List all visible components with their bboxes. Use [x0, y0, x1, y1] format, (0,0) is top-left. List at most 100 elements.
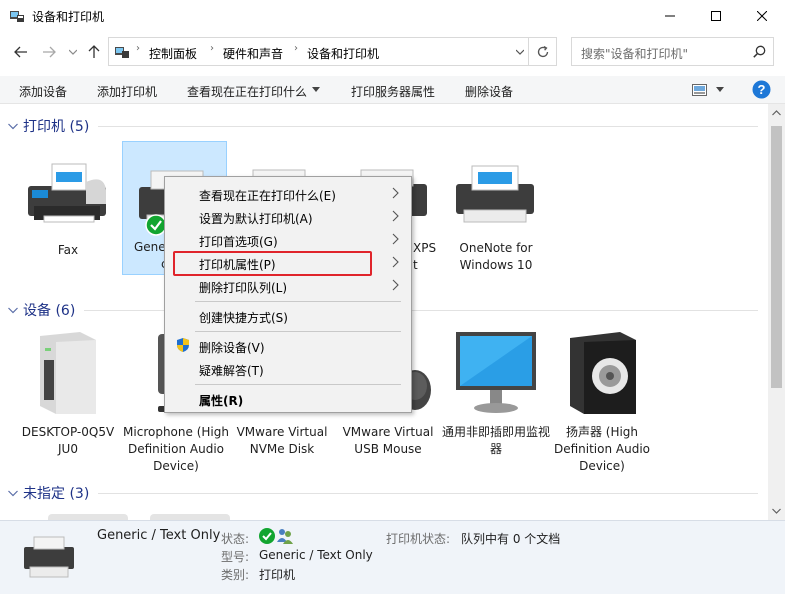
shared-users-icon	[277, 529, 293, 544]
forward-arrow-icon	[43, 46, 56, 58]
breadcrumb-separator-icon: ›	[136, 43, 140, 54]
group-header-unspecified[interactable]: 未指定 (3)	[8, 483, 89, 503]
see-whats-printing-button[interactable]: 查看现在正在打印什么	[187, 83, 307, 100]
device-speakers[interactable]: 扬声器 (High Definition Audio Device)	[548, 330, 656, 473]
submenu-arrow-icon	[392, 187, 399, 199]
refresh-button[interactable]	[529, 37, 557, 66]
fax-icon	[28, 163, 106, 223]
group-divider	[98, 126, 758, 127]
dropdown-arrow-icon[interactable]	[716, 87, 724, 92]
group-label: 设备 (6)	[23, 303, 76, 319]
details-device-name: Generic / Text Only	[97, 528, 221, 543]
device-onenote-for-windows-10[interactable]: OneNote for Windows 10	[442, 160, 550, 280]
command-bar: 添加设备 添加打印机 查看现在正在打印什么 打印服务器属性 删除设备 ?	[0, 76, 785, 104]
print-server-properties-button[interactable]: 打印服务器属性	[351, 83, 435, 100]
scrollbar-thumb[interactable]	[771, 126, 782, 388]
default-check-icon	[259, 528, 275, 544]
breadcrumb-control-panel[interactable]: 控制面板	[149, 45, 197, 62]
context-menu: 查看现在正在打印什么(E) 设置为默认打印机(A) 打印首选项(G) 打印机属性…	[164, 176, 412, 413]
minimize-icon	[665, 15, 675, 17]
group-label: 打印机 (5)	[23, 119, 90, 135]
search-placeholder: 搜索"设备和打印机"	[581, 47, 689, 61]
monitor-icon	[456, 332, 536, 413]
close-button[interactable]	[739, 0, 785, 32]
device-label: XPS	[413, 241, 437, 255]
menu-separator	[195, 331, 401, 332]
model-label: 型号:	[221, 550, 250, 564]
device-label: VMware Virtual NVMe Disk	[236, 425, 328, 456]
menu-item-properties[interactable]: 属性(R)	[199, 392, 243, 409]
category-label: 类别:	[221, 568, 250, 582]
device-desktop[interactable]: DESKTOP-0Q5V JU0	[14, 330, 122, 460]
device-generic-pnp-monitor[interactable]: 通用非即插即用监视器	[442, 330, 550, 460]
maximize-button[interactable]	[693, 0, 739, 32]
chevron-down-icon	[8, 307, 18, 313]
chevron-down-icon	[8, 490, 18, 496]
search-input[interactable]: 搜索"设备和打印机"	[571, 37, 774, 66]
chevron-down-icon	[69, 49, 77, 55]
menu-item-troubleshoot[interactable]: 疑难解答(T)	[199, 362, 264, 379]
minimize-button[interactable]	[647, 0, 693, 32]
scroll-up-icon[interactable]	[772, 110, 781, 116]
menu-separator	[195, 301, 401, 302]
view-options-icon[interactable]	[692, 84, 707, 96]
devices-printers-app-icon	[10, 11, 24, 22]
category-value: 打印机	[259, 568, 296, 582]
close-icon	[757, 11, 767, 21]
device-label: Microphone (High Definition Audio Device…	[123, 425, 229, 473]
search-icon[interactable]	[753, 45, 766, 58]
refresh-icon	[537, 45, 548, 57]
menu-item-remove-device[interactable]: 删除设备(V)	[199, 339, 265, 356]
printer-status-label: 打印机状态:	[386, 532, 451, 546]
breadcrumb-separator-icon: ›	[210, 43, 214, 54]
add-device-button[interactable]: 添加设备	[19, 83, 67, 100]
uac-shield-icon	[177, 338, 189, 352]
chevron-down-icon	[8, 123, 18, 129]
control-panel-icon	[115, 47, 129, 58]
address-bar[interactable]: › 控制面板 › 硬件和声音 › 设备和打印机	[108, 37, 529, 66]
menu-item-set-default-printer[interactable]: 设置为默认打印机(A)	[199, 210, 313, 227]
add-printer-button[interactable]: 添加打印机	[97, 83, 157, 100]
device-label: VMware Virtual USB Mouse	[342, 425, 434, 456]
model-value: Generic / Text Only	[259, 548, 373, 562]
breadcrumb-devices-printers[interactable]: 设备和打印机	[307, 45, 379, 62]
printer-icon	[24, 536, 74, 578]
back-button[interactable]	[10, 41, 32, 63]
submenu-arrow-icon	[392, 233, 399, 245]
dropdown-arrow-icon[interactable]	[312, 87, 320, 92]
device-label: 扬声器 (High Definition Audio Device)	[553, 425, 651, 473]
device-label: Gene	[134, 240, 166, 254]
menu-separator	[195, 384, 401, 385]
printer-icon	[456, 165, 534, 223]
device-label: 通用非即插即用监视器	[442, 425, 551, 456]
window-title: 设备和打印机	[32, 10, 105, 24]
menu-item-remove-print-queue[interactable]: 删除打印队列(L)	[199, 279, 287, 296]
recent-locations-button[interactable]	[62, 41, 84, 63]
device-label: DESKTOP-0Q5V JU0	[21, 425, 115, 456]
back-arrow-icon	[14, 46, 27, 58]
scroll-down-icon[interactable]	[772, 508, 781, 514]
printer-status-value: 队列中有 0 个文档	[461, 532, 561, 546]
menu-item-printing-preferences[interactable]: 打印首选项(G)	[199, 233, 278, 250]
group-header-printers[interactable]: 打印机 (5)	[8, 116, 89, 136]
help-icon[interactable]: ?	[752, 80, 771, 99]
up-arrow-icon	[88, 45, 100, 58]
menu-item-create-shortcut[interactable]: 创建快捷方式(S)	[199, 309, 288, 326]
submenu-arrow-icon	[392, 279, 399, 291]
up-button[interactable]	[83, 41, 105, 63]
breadcrumb-hardware-sound[interactable]: 硬件和声音	[223, 45, 283, 62]
status-label: 状态:	[221, 532, 250, 546]
highlight-annotation-box	[173, 251, 372, 276]
menu-item-see-whats-printing[interactable]: 查看现在正在打印什么(E)	[199, 187, 336, 204]
device-label: Fax	[57, 243, 79, 257]
svg-text:?: ?	[758, 82, 766, 97]
remove-device-button[interactable]: 删除设备	[465, 83, 513, 100]
group-label: 未指定 (3)	[23, 486, 90, 502]
breadcrumb-separator-icon: ›	[294, 43, 298, 54]
details-pane: Generic / Text Only 状态: 型号: Generic / Te…	[0, 520, 785, 594]
group-header-devices[interactable]: 设备 (6)	[8, 300, 75, 320]
device-fax[interactable]: Fax	[14, 160, 122, 280]
forward-button[interactable]	[38, 41, 60, 63]
maximize-icon	[711, 11, 721, 21]
chevron-down-icon[interactable]	[516, 49, 524, 55]
